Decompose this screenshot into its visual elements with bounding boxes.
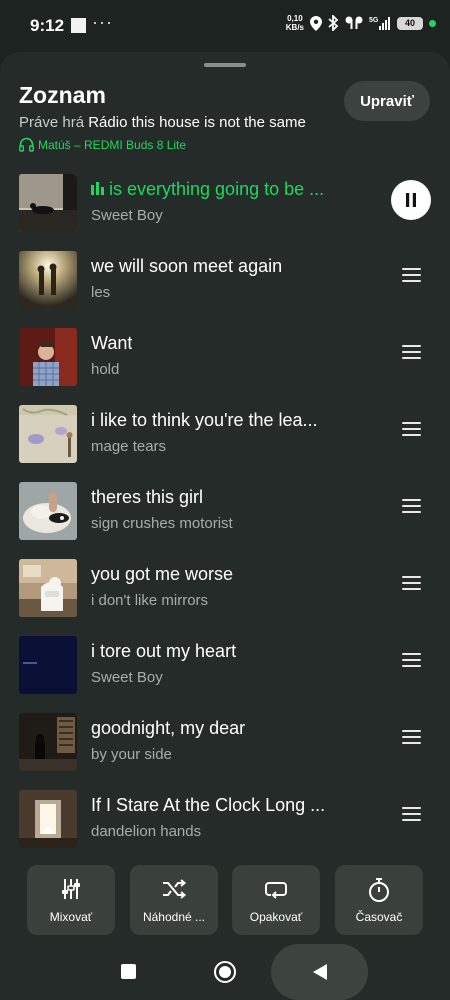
- reorder-handle-icon[interactable]: [402, 268, 421, 282]
- queue-item-0[interactable]: is everything going to be ... Sweet Boy: [0, 167, 450, 244]
- track-title: If I Stare At the Clock Long ...: [91, 795, 326, 815]
- status-time: 9:12: [30, 16, 65, 35]
- headphones-icon: [19, 137, 34, 152]
- reorder-handle-icon[interactable]: [402, 345, 421, 359]
- recents-icon[interactable]: [121, 964, 136, 979]
- mix-label: Mixovať: [49, 910, 93, 924]
- shuffle-icon: [163, 879, 187, 899]
- more-notifications-icon: ···: [92, 12, 113, 32]
- repeat-icon: [265, 882, 287, 899]
- connected-device[interactable]: Matúš – REDMI Buds 8 Lite: [19, 137, 186, 152]
- track-title: we will soon meet again: [91, 256, 283, 276]
- network-speed: 0,10 KB/s: [286, 14, 304, 32]
- track-artist: Sweet Boy: [91, 207, 163, 224]
- signal-icon: 5G: [369, 16, 391, 30]
- mix-sliders-icon: [62, 879, 80, 899]
- track-artist: by your side: [91, 746, 172, 763]
- back-button[interactable]: [271, 944, 368, 1000]
- album-art: [19, 405, 77, 463]
- album-art: [19, 713, 77, 771]
- reorder-handle-icon[interactable]: [402, 576, 421, 590]
- album-art: [19, 328, 77, 386]
- pause-button[interactable]: [391, 180, 431, 220]
- net-speed-value: 0,10: [287, 14, 303, 23]
- queue-item-1[interactable]: we will soon meet again les: [0, 244, 450, 321]
- privacy-indicator-icon: [429, 19, 436, 27]
- device-name: Matúš – REDMI Buds 8 Lite: [38, 137, 187, 152]
- track-title: goodnight, my dear: [91, 718, 246, 738]
- queue-item-2[interactable]: Want hold: [0, 321, 450, 398]
- reorder-handle-icon[interactable]: [402, 499, 421, 513]
- track-artist: les: [91, 284, 111, 301]
- now-playing-source[interactable]: Rádio this house is not the same: [88, 114, 306, 131]
- track-artist: Sweet Boy: [91, 669, 163, 686]
- album-art: [19, 790, 77, 848]
- queue-item-6[interactable]: i tore out my heart Sweet Boy: [0, 629, 450, 706]
- notification-icon: [71, 18, 86, 33]
- net-speed-unit: KB/s: [285, 23, 304, 32]
- track-title: you got me worse: [91, 564, 234, 584]
- queue-item-7[interactable]: goodnight, my dear by your side: [0, 706, 450, 783]
- timer-button[interactable]: Časovač: [335, 865, 423, 935]
- repeat-label: Opakovať: [249, 910, 303, 924]
- queue-item-3[interactable]: i like to think you're the lea... mage t…: [0, 398, 450, 475]
- edit-button[interactable]: Upraviť: [344, 81, 430, 121]
- queue-sheet: Zoznam Upraviť Práve hrá Rádio this hous…: [0, 52, 450, 1000]
- mix-button[interactable]: Mixovať: [27, 865, 115, 935]
- repeat-button[interactable]: Opakovať: [232, 865, 320, 935]
- album-art: [19, 251, 77, 309]
- album-art: [19, 559, 77, 617]
- queue-item-8[interactable]: If I Stare At the Clock Long ... dandeli…: [0, 783, 450, 860]
- track-title: i like to think you're the lea...: [91, 410, 318, 430]
- drag-handle[interactable]: [204, 63, 246, 67]
- page-title: Zoznam: [19, 82, 106, 108]
- home-icon[interactable]: [214, 961, 236, 983]
- reorder-handle-icon[interactable]: [402, 653, 421, 667]
- location-icon: [310, 15, 322, 31]
- queue-item-5[interactable]: you got me worse i don't like mirrors: [0, 552, 450, 629]
- track-artist: sign crushes motorist: [91, 515, 233, 532]
- now-playing-context: Práve hrá Rádio this house is not the sa…: [19, 114, 306, 131]
- shuffle-label: Náhodné ...: [142, 910, 206, 924]
- album-art: [19, 174, 77, 232]
- track-title: Want: [91, 333, 133, 353]
- album-art: [19, 636, 77, 694]
- svg-text:5G: 5G: [369, 17, 379, 24]
- queue-item-4[interactable]: theres this girl sign crushes motorist: [0, 475, 450, 552]
- timer-icon: [369, 878, 389, 902]
- track-title-text: is everything going to be ...: [109, 179, 325, 199]
- status-icons: 0,10 KB/s 5G 40: [286, 14, 436, 32]
- battery-indicator: 40: [397, 16, 423, 30]
- album-art: [19, 482, 77, 540]
- track-artist: mage tears: [91, 438, 167, 455]
- earbuds-icon: [345, 16, 363, 30]
- track-title: i tore out my heart: [91, 641, 237, 661]
- reorder-handle-icon[interactable]: [402, 730, 421, 744]
- now-playing-prefix: Práve hrá: [19, 114, 85, 131]
- pause-icon: [406, 193, 416, 207]
- status-bar: 9:12 ··· 0,10 KB/s 5G 40: [0, 0, 450, 52]
- reorder-handle-icon[interactable]: [402, 422, 421, 436]
- back-icon: [312, 964, 327, 980]
- timer-label: Časovač: [355, 910, 403, 924]
- shuffle-button[interactable]: Náhodné ...: [130, 865, 218, 935]
- track-artist: i don't like mirrors: [91, 592, 209, 609]
- system-nav-bar: [0, 944, 450, 1000]
- equalizer-icon: [91, 182, 104, 195]
- track-artist: dandelion hands: [91, 823, 202, 840]
- track-artist: hold: [91, 361, 120, 378]
- track-title: is everything going to be ...: [91, 179, 324, 200]
- reorder-handle-icon[interactable]: [402, 807, 421, 821]
- bluetooth-icon: [328, 15, 339, 31]
- track-title: theres this girl: [91, 487, 204, 507]
